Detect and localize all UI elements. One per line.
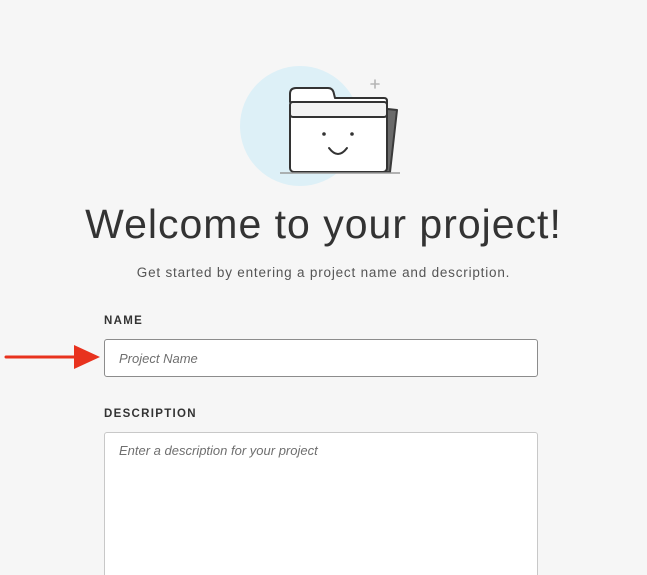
page-title: Welcome to your project! [85, 201, 562, 247]
right-eye [350, 132, 354, 136]
folder-illustration-icon [240, 66, 400, 186]
description-label: DESCRIPTION [104, 408, 197, 420]
left-eye [322, 132, 326, 136]
sparkle-icon [370, 79, 380, 89]
page-subtitle: Get started by entering a project name a… [136, 265, 511, 280]
name-label: NAME [104, 315, 144, 327]
project-description-textarea[interactable] [104, 432, 538, 575]
red-arrow-icon [4, 345, 100, 369]
welcome-page: Welcome to your project! Get started by … [0, 0, 647, 575]
project-name-input[interactable] [104, 339, 538, 377]
